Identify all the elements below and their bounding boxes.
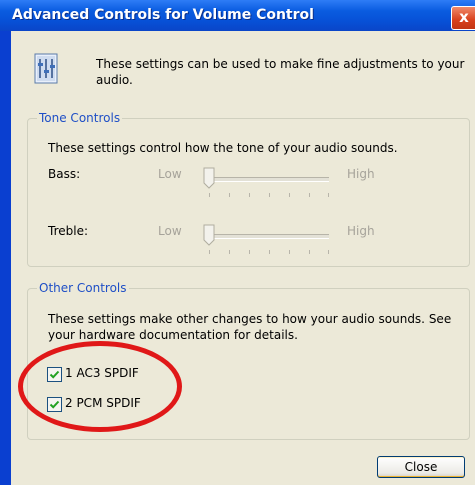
intro-text: These settings can be used to make fine …	[96, 57, 465, 87]
tone-controls-legend: Tone Controls	[37, 111, 123, 125]
tick-mark	[229, 193, 230, 197]
bass-high-label: High	[347, 167, 375, 181]
other-controls-description: These settings make other changes to how…	[48, 312, 452, 342]
treble-slider-thumb[interactable]	[203, 224, 215, 246]
other-controls-legend: Other Controls	[37, 281, 129, 295]
tick-mark	[309, 250, 310, 254]
treble-slider-track[interactable]	[209, 234, 329, 239]
close-icon: x	[459, 8, 469, 26]
treble-slider-ticks	[209, 250, 329, 255]
tick-mark	[269, 193, 270, 197]
treble-high-label: High	[347, 224, 375, 238]
window-title: Advanced Controls for Volume Control	[12, 7, 314, 23]
tick-mark	[328, 193, 329, 197]
tick-mark	[289, 250, 290, 254]
bass-label: Bass:	[48, 167, 81, 181]
tick-mark	[309, 193, 310, 197]
tick-mark	[209, 250, 210, 254]
bass-slider-track[interactable]	[209, 177, 329, 182]
tick-mark	[249, 250, 250, 254]
tick-mark	[229, 250, 230, 254]
bass-slider-thumb[interactable]	[203, 167, 215, 189]
bass-low-label: Low	[158, 167, 182, 181]
tick-mark	[269, 250, 270, 254]
title-close-button[interactable]: x	[451, 6, 475, 30]
annotation-circle	[18, 341, 182, 432]
bass-slider-ticks	[209, 193, 329, 198]
window-bottom-edge	[0, 485, 475, 495]
treble-low-label: Low	[158, 224, 182, 238]
tick-mark	[209, 193, 210, 197]
dialog-window: Advanced Controls for Volume Control x T…	[0, 0, 475, 495]
tick-mark	[289, 193, 290, 197]
tick-mark	[249, 193, 250, 197]
advanced-settings-icon	[34, 53, 58, 84]
tick-mark	[328, 250, 329, 254]
treble-label: Treble:	[48, 224, 88, 238]
close-button[interactable]: Close	[377, 456, 465, 478]
title-bar[interactable]: Advanced Controls for Volume Control x	[0, 0, 475, 31]
tone-controls-description: These settings control how the tone of y…	[48, 141, 398, 155]
